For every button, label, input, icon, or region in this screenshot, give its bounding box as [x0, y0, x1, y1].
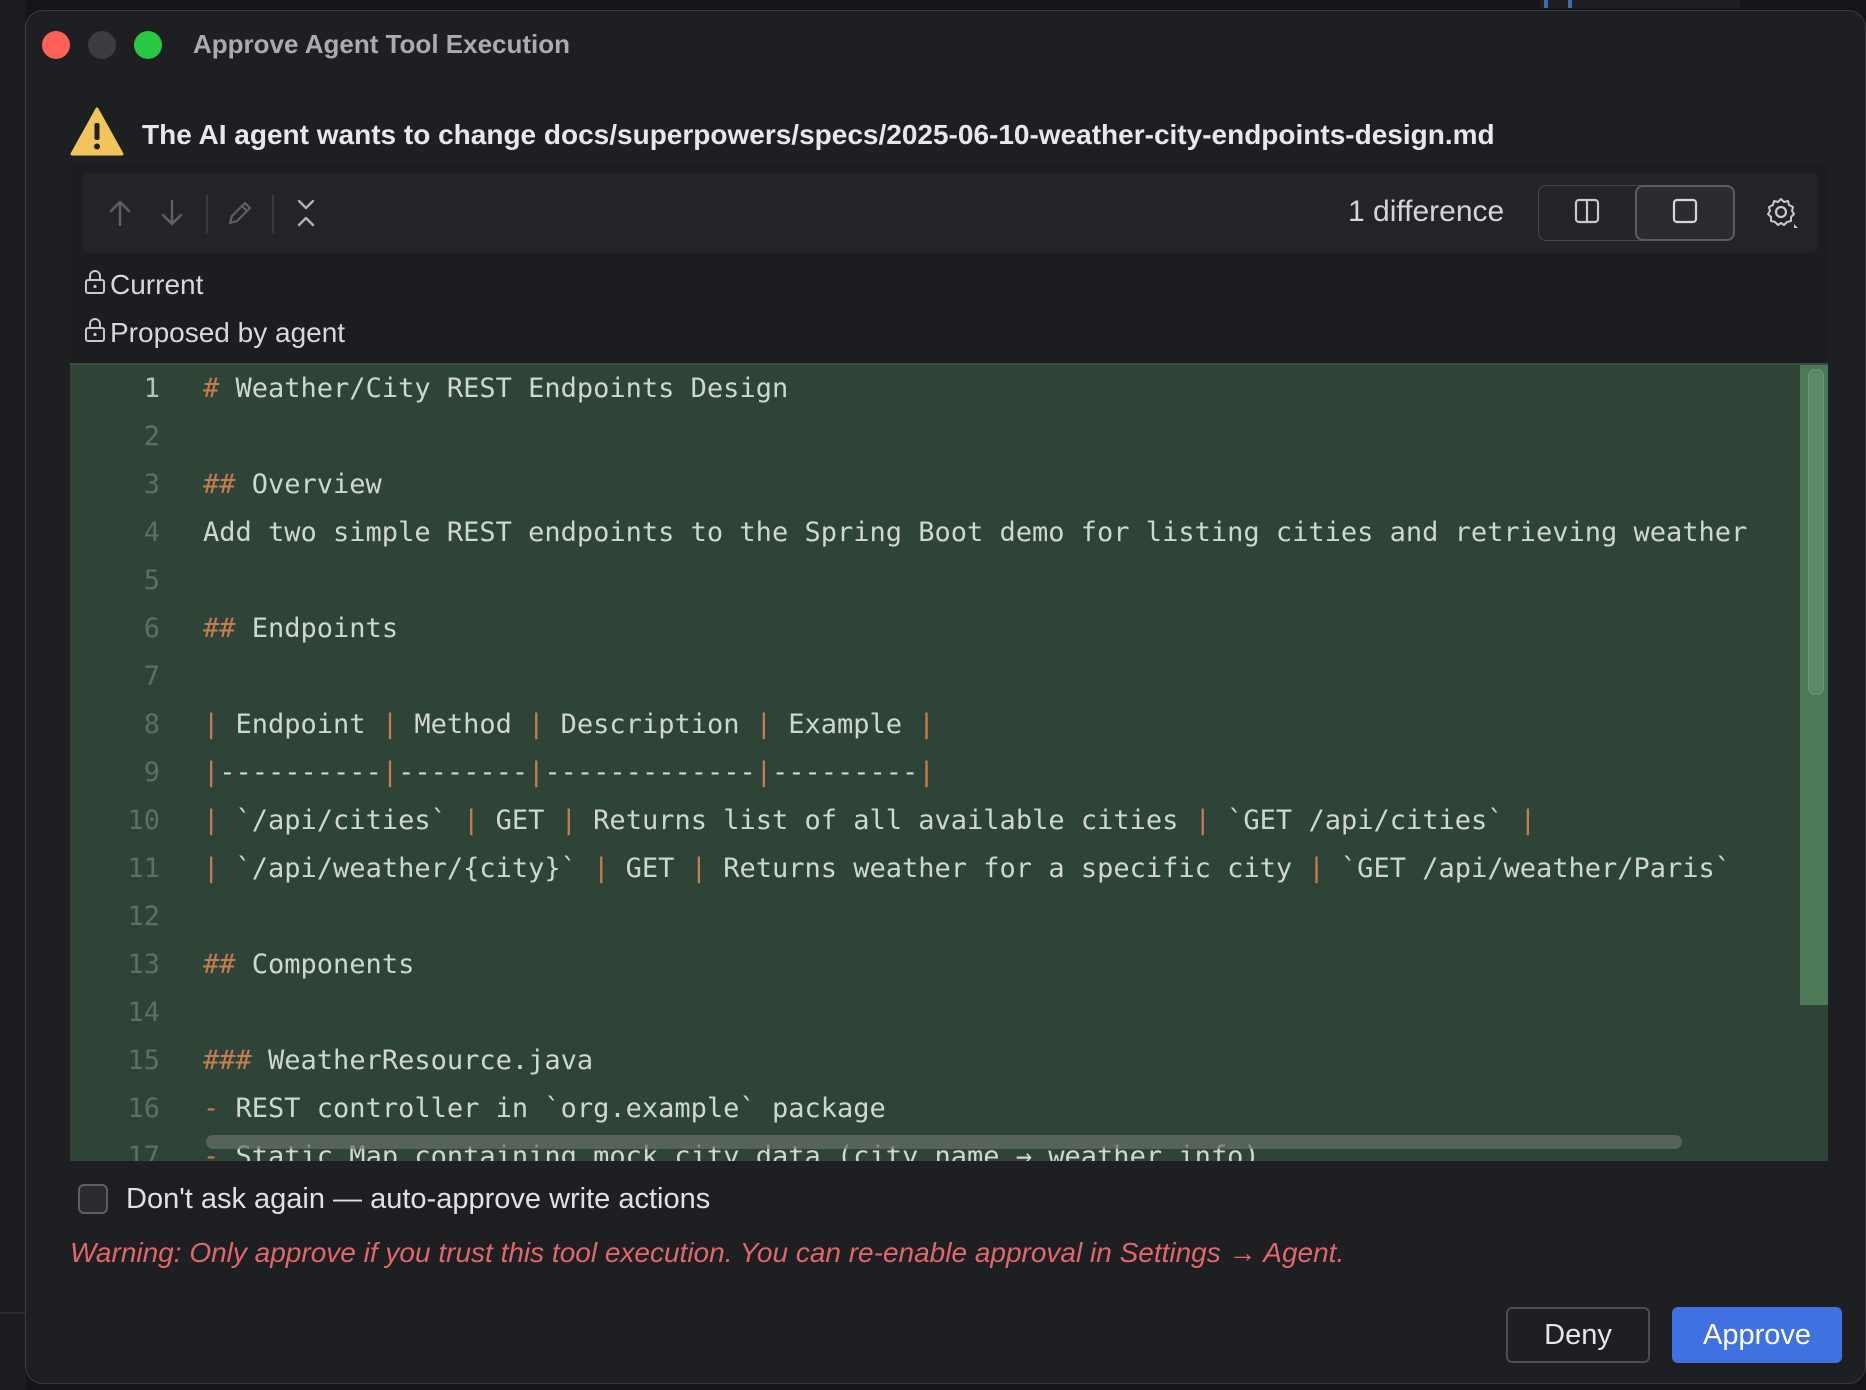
change-message: The AI agent wants to change docs/superp… — [142, 119, 1495, 150]
line-number: 14 — [127, 997, 160, 1028]
title-bar: Approve Agent Tool Execution — [26, 11, 1865, 75]
background-marker — [1544, 0, 1548, 8]
current-pane-label: Current — [84, 265, 203, 305]
line-number: 13 — [127, 949, 160, 980]
background-marker — [1568, 0, 1572, 8]
diff-toolbar: 1 difference — [82, 173, 1818, 253]
code-line: 3 ## Overview — [70, 461, 1810, 509]
code-line: 12 — [70, 893, 1810, 941]
line-number: 2 — [143, 421, 160, 452]
line-text: ## Overview — [203, 469, 382, 500]
unified-view-icon — [1672, 198, 1698, 229]
line-number: 4 — [143, 517, 160, 548]
side-by-side-view-icon — [1574, 198, 1600, 229]
dont-ask-again-option[interactable]: Don't ask again — auto-approve write act… — [78, 1177, 710, 1221]
line-number: 10 — [127, 805, 160, 836]
line-number: 6 — [143, 613, 160, 644]
dialog-title: Approve Agent Tool Execution — [193, 29, 571, 59]
trust-warning: Warning: Only approve if you trust this … — [70, 1237, 1345, 1268]
line-number: 16 — [127, 1093, 160, 1124]
unified-view-button[interactable] — [1635, 185, 1735, 241]
warning-icon — [70, 107, 124, 162]
vertical-scrollbar[interactable] — [1808, 369, 1824, 695]
toolbar-separator — [272, 195, 274, 233]
minimize-window-button[interactable] — [88, 31, 116, 59]
line-text: | `/api/weather/{city}` | GET | Returns … — [203, 853, 1732, 884]
gear-icon — [1765, 196, 1799, 235]
line-text: ## Endpoints — [203, 613, 399, 644]
code-line: 11 | `/api/weather/{city}` | GET | Return… — [70, 845, 1810, 893]
line-text: # Weather/City REST Endpoints Design — [203, 373, 789, 404]
line-text: Add two simple REST endpoints to the Spr… — [203, 517, 1748, 548]
difference-count: 1 difference — [1348, 195, 1505, 228]
code-line: 1 # Weather/City REST Endpoints Design — [70, 365, 1810, 413]
toolbar-separator — [206, 195, 208, 233]
lock-icon — [84, 269, 110, 302]
line-number: 17 — [127, 1141, 160, 1161]
line-text: | Endpoint | Method | Description | Exam… — [203, 709, 935, 740]
line-number: 11 — [127, 853, 160, 884]
collapse-icon[interactable] — [286, 193, 326, 233]
line-number: 3 — [143, 469, 160, 500]
code-line: 5 — [70, 557, 1810, 605]
code-line: 13 ## Components — [70, 941, 1810, 989]
dont-ask-again-checkbox[interactable] — [78, 1184, 108, 1214]
line-text: | `/api/cities` | GET | Returns list of … — [203, 805, 1537, 836]
approval-dialog: Approve Agent Tool Execution The AI agen… — [25, 10, 1866, 1384]
side-by-side-view-button[interactable] — [1538, 185, 1636, 241]
line-text: ## Components — [203, 949, 415, 980]
background-window-top — [1540, 0, 1740, 8]
line-number: 8 — [143, 709, 160, 740]
maximize-window-button[interactable] — [134, 31, 162, 59]
code-line: 7 — [70, 653, 1810, 701]
code-line: 4 Add two simple REST endpoints to the Sp… — [70, 509, 1810, 557]
proposed-pane-label: Proposed by agent — [84, 313, 345, 353]
arrow-up-icon[interactable] — [100, 193, 140, 233]
view-mode-toggle — [1538, 185, 1735, 241]
code-line: 9 |----------|--------|-------------|----… — [70, 749, 1810, 797]
line-number: 15 — [127, 1045, 160, 1076]
code-line: 8 | Endpoint | Method | Description | Exa… — [70, 701, 1810, 749]
code-line: 16 - REST controller in `org.example` pac… — [70, 1085, 1810, 1133]
current-label-text: Current — [110, 269, 204, 300]
close-window-button[interactable] — [42, 31, 70, 59]
diff-settings-button[interactable] — [1760, 193, 1804, 237]
edit-icon[interactable] — [220, 193, 260, 233]
line-number: 1 — [143, 373, 160, 404]
line-text: |----------|--------|-------------|-----… — [203, 757, 935, 788]
code-line: 6 ## Endpoints — [70, 605, 1810, 653]
arrow-down-icon[interactable] — [152, 193, 192, 233]
code-editor[interactable]: 1 # Weather/City REST Endpoints Design 2 3 #… — [70, 363, 1828, 1161]
line-number: 5 — [143, 565, 160, 596]
lock-icon — [84, 317, 110, 350]
deny-button[interactable]: Deny — [1506, 1307, 1650, 1363]
change-summary: The AI agent wants to change docs/superp… — [70, 107, 1845, 163]
code-line: 2 — [70, 413, 1810, 461]
line-number: 9 — [143, 757, 160, 788]
code-line: 15 ### WeatherResource.java — [70, 1037, 1810, 1085]
diff-viewer: 1 difference Current Proposed by agent 1… — [70, 163, 1828, 1161]
background-window-edge — [0, 0, 26, 1390]
line-number: 12 — [127, 901, 160, 932]
code-line: 14 — [70, 989, 1810, 1037]
dont-ask-again-label: Don't ask again — auto-approve write act… — [126, 1182, 711, 1215]
line-text: ### WeatherResource.java — [203, 1045, 594, 1076]
line-number: 7 — [143, 661, 160, 692]
code-line: 10 | `/api/cities` | GET | Returns list o… — [70, 797, 1810, 845]
horizontal-scrollbar[interactable] — [206, 1135, 1682, 1149]
line-text: - REST controller in `org.example` packa… — [203, 1093, 886, 1124]
proposed-label-text: Proposed by agent — [110, 317, 346, 348]
background-divider — [0, 1312, 26, 1314]
approve-button[interactable]: Approve — [1672, 1307, 1842, 1363]
